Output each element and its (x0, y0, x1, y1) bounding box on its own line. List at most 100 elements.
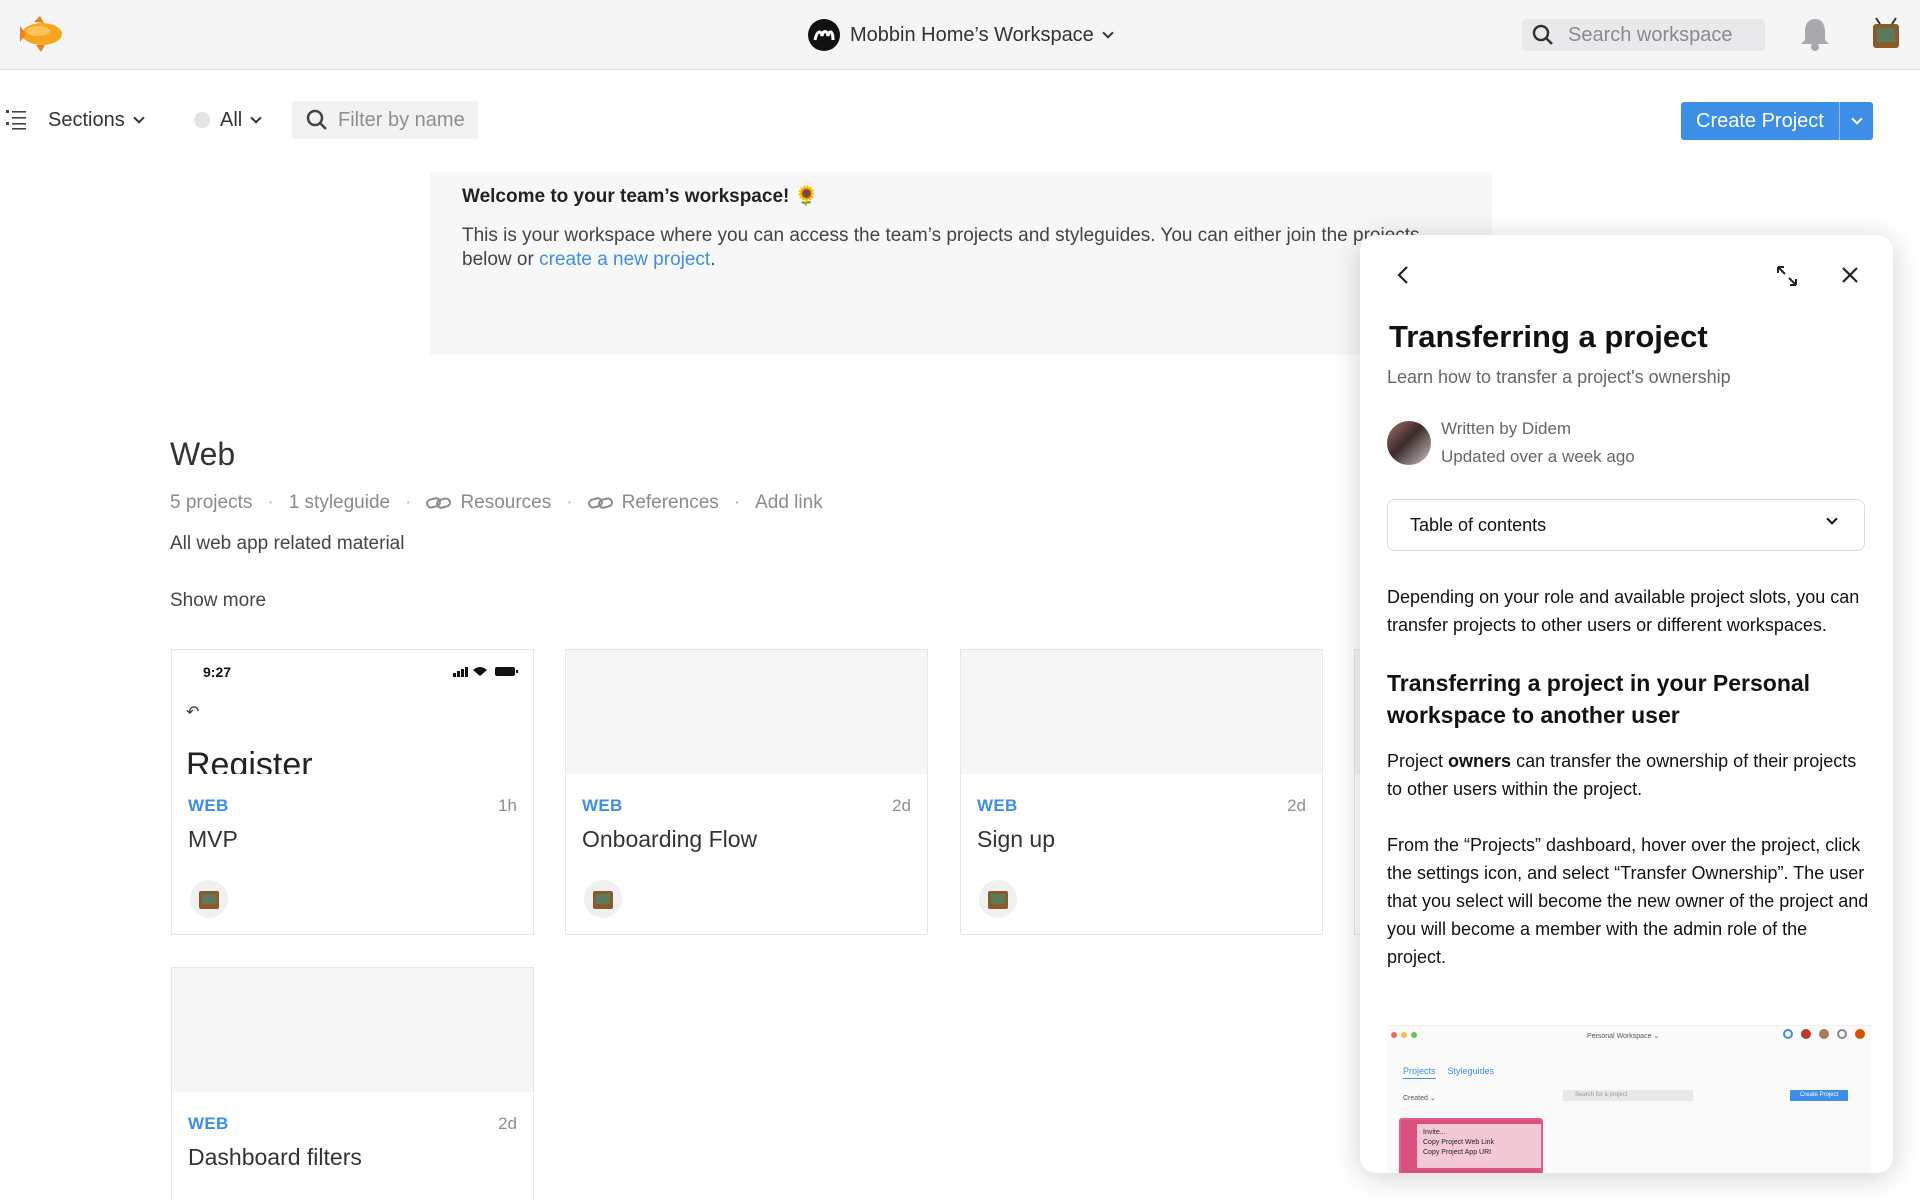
article-title: Transferring a project (1389, 319, 1708, 354)
projects-count: 5 projects (170, 492, 253, 513)
updated-line: Updated over a week ago (1441, 447, 1635, 466)
chevron-down-icon (250, 111, 262, 124)
show-more-button[interactable]: Show more (170, 590, 266, 612)
filter-input[interactable] (338, 108, 468, 132)
project-card[interactable]: WEB 2d Onboarding Flow (565, 649, 928, 935)
create-project-menu-button[interactable] (1840, 102, 1873, 140)
create-project-label: Create Project (1696, 109, 1824, 132)
section-description: All web app related material (170, 533, 405, 554)
screenshot-header-icons (1783, 1029, 1865, 1039)
screenshot-tab-styleguides: Styleguides (1447, 1066, 1495, 1076)
phone-status-icons (453, 667, 518, 677)
member-avatar (190, 880, 228, 918)
platform-tag: WEB (582, 796, 623, 815)
member-avatar (979, 880, 1017, 918)
author-info: Written by Didem Updated over a week ago (1441, 415, 1635, 471)
screenshot-menu-items: Invite... Copy Project Web Link Copy Pro… (1417, 1124, 1541, 1168)
references-link[interactable]: References (587, 492, 719, 514)
search-icon (306, 109, 327, 130)
expand-icon[interactable] (1774, 263, 1800, 289)
sections-list-icon[interactable] (6, 110, 28, 130)
toc-label: Table of contents (1410, 514, 1547, 535)
screenshot-sort-label: Created ⌄ (1403, 1095, 1436, 1102)
create-project-button[interactable]: Create Project (1681, 102, 1839, 140)
search-icon (1532, 24, 1553, 45)
chevron-down-icon (1850, 112, 1863, 125)
workspace-name: Mobbin Home’s Workspace (850, 23, 1094, 46)
screenshot-workspace-label: Personal Workspace ⌄ (1587, 1033, 1660, 1040)
search-input[interactable] (1568, 23, 1748, 47)
article-paragraph: Project owners can transfer the ownershi… (1387, 747, 1871, 803)
welcome-text-end: . (710, 249, 716, 270)
status-filter-dropdown[interactable]: All (194, 106, 262, 134)
notification-bell-icon[interactable] (1798, 16, 1832, 52)
section-meta: 5 projects · 1 styleguide · Resources · … (170, 492, 823, 514)
separator-dot: · (566, 492, 573, 513)
platform-tag: WEB (188, 796, 229, 815)
workspace-switcher[interactable]: Mobbin Home’s Workspace (808, 18, 1114, 52)
screenshot-menu-item: Copy Project Web Link (1423, 1139, 1495, 1146)
paragraph-bold: owners (1448, 751, 1512, 771)
screenshot-create-button: Create Project (1790, 1090, 1848, 1101)
project-thumbnail (566, 650, 927, 774)
project-toolbar: Sections All Create Project (0, 100, 1920, 140)
welcome-title: Welcome to your team’s workspace! 🌻 (462, 186, 819, 207)
author-avatar (1387, 421, 1431, 465)
screenshot-menu-item: Invite... (1423, 1129, 1446, 1136)
updated-time: 2d (1287, 796, 1306, 815)
article-body: Depending on your role and available pro… (1387, 583, 1871, 999)
link-icon (587, 497, 613, 509)
project-name: Dashboard filters (188, 1144, 362, 1170)
welcome-banner: Welcome to your team’s workspace! 🌻 This… (430, 172, 1492, 355)
workspace-search[interactable] (1522, 19, 1765, 51)
article-paragraph: From the “Projects” dashboard, hover ove… (1387, 835, 1869, 967)
sections-dropdown[interactable]: Sections (48, 106, 145, 134)
status-dot-icon (194, 112, 210, 128)
status-filter-label: All (220, 108, 243, 131)
thumbnail-status-time: 9:27 (203, 664, 232, 680)
close-icon[interactable] (1838, 263, 1862, 287)
styleguides-count[interactable]: 1 styleguide (289, 492, 390, 514)
updated-time: 2d (498, 1114, 517, 1133)
article-author: Written by Didem Updated over a week ago (1387, 415, 1635, 471)
back-arrow-icon: ↶ (186, 704, 200, 721)
screenshot-tabs: Projects Styleguides (1403, 1066, 1494, 1079)
zeppelin-logo-icon[interactable] (14, 14, 66, 54)
screenshot-search: Search for a project (1563, 1090, 1693, 1101)
top-bar: Mobbin Home’s Workspace (0, 0, 1920, 70)
resources-link[interactable]: Resources (426, 492, 551, 514)
article-subtitle: Learn how to transfer a project's owners… (1387, 367, 1731, 387)
author-line: Written by Didem (1441, 419, 1572, 438)
screenshot-tab-projects: Projects (1403, 1066, 1436, 1079)
project-name: MVP (188, 826, 238, 852)
section-title: Web (170, 436, 236, 472)
resources-label: Resources (460, 492, 552, 513)
chevron-down-icon (133, 111, 145, 124)
project-name: Sign up (977, 826, 1056, 852)
platform-tag: WEB (188, 1114, 229, 1133)
separator-dot: · (267, 492, 274, 513)
separator-dot: · (405, 492, 412, 513)
project-thumbnail: 9:27 ↶ Register (172, 650, 533, 774)
project-card[interactable]: 9:27 ↶ Register WEB 1h MVP (171, 649, 534, 935)
member-avatar (584, 880, 622, 918)
filter-by-name[interactable] (292, 101, 478, 139)
platform-tag: WEB (977, 796, 1018, 815)
project-card[interactable]: WEB 2d Sign up (960, 649, 1323, 935)
create-new-project-link[interactable]: create a new project (539, 249, 710, 270)
table-of-contents-dropdown[interactable]: Table of contents (1387, 499, 1865, 551)
add-link-button[interactable]: Add link (755, 492, 823, 514)
user-avatar[interactable] (1868, 16, 1904, 52)
back-arrow-icon[interactable] (1392, 263, 1416, 287)
project-name: Onboarding Flow (582, 826, 758, 852)
project-card[interactable]: WEB 2d Dashboard filters (171, 967, 534, 1200)
article-heading: Transferring a project in your Personal … (1387, 670, 1811, 728)
create-project-button-group: Create Project (1681, 102, 1873, 140)
window-controls-icon (1391, 1032, 1417, 1038)
updated-time: 1h (498, 796, 517, 815)
chevron-down-icon (1102, 26, 1114, 39)
workspace-avatar-icon (808, 19, 840, 51)
screenshot-menu-item: Copy Project App URI (1423, 1149, 1492, 1156)
references-label: References (621, 492, 719, 513)
link-icon (426, 497, 452, 509)
